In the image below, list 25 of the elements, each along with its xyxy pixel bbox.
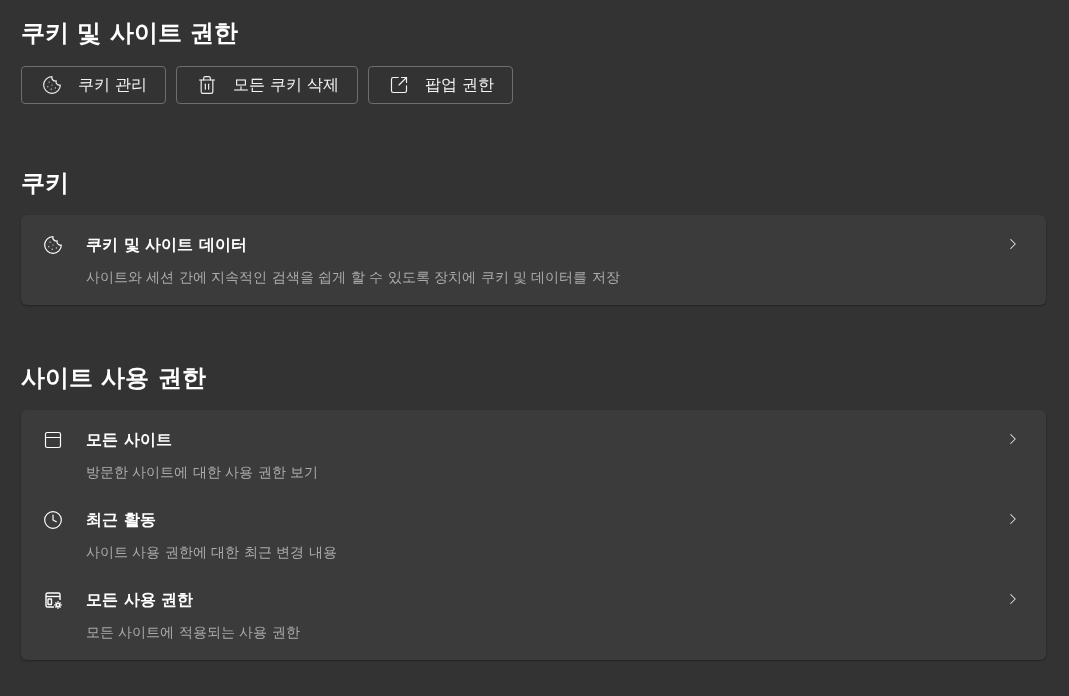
settings-row[interactable]: 쿠키 및 사이트 데이터 사이트와 세션 간에 지속적인 검색을 쉽게 할 수 있도록 장치에 쿠키 및 데이터를 저장 — [21, 215, 1046, 295]
cookie-icon — [42, 75, 62, 95]
row-description: 사이트와 세션 간에 지속적인 검색을 쉽게 할 수 있도록 장치에 쿠키 및 데이터를 저장 — [86, 268, 620, 287]
settings-row[interactable]: 모든 사이트 방문한 사이트에 대한 사용 권한 보기 — [21, 410, 1046, 490]
external-link-icon — [389, 75, 410, 95]
window-gear-icon — [43, 590, 63, 610]
row-title: 모든 사용 권한 — [86, 590, 194, 610]
action-button[interactable]: 쿠키 관리 — [21, 66, 167, 104]
row-description: 모든 사이트에 적용되는 사용 권한 — [86, 623, 300, 642]
trash-icon — [197, 75, 218, 95]
cookie-icon — [43, 235, 63, 255]
action-button[interactable]: 모든 쿠키 삭제 — [176, 66, 359, 104]
section-heading: 쿠키 — [21, 168, 69, 199]
row-title: 쿠키 및 사이트 데이터 — [86, 235, 247, 255]
page-title: 쿠키 및 사이트 권한 — [21, 18, 239, 49]
settings-row[interactable]: 모든 사용 권한 모든 사이트에 적용되는 사용 권한 — [21, 570, 1046, 650]
clock-icon — [43, 510, 63, 530]
section-heading: 사이트 사용 권한 — [21, 363, 206, 394]
action-button[interactable]: 팝업 권한 — [368, 66, 514, 104]
row-title: 최근 활동 — [86, 510, 156, 530]
row-title: 모든 사이트 — [86, 430, 172, 450]
settings-row[interactable]: 최근 활동 사이트 사용 권한에 대한 최근 변경 내용 — [21, 490, 1046, 570]
window-icon — [43, 430, 63, 450]
row-description: 사이트 사용 권한에 대한 최근 변경 내용 — [86, 543, 337, 562]
row-description: 방문한 사이트에 대한 사용 권한 보기 — [86, 463, 319, 482]
